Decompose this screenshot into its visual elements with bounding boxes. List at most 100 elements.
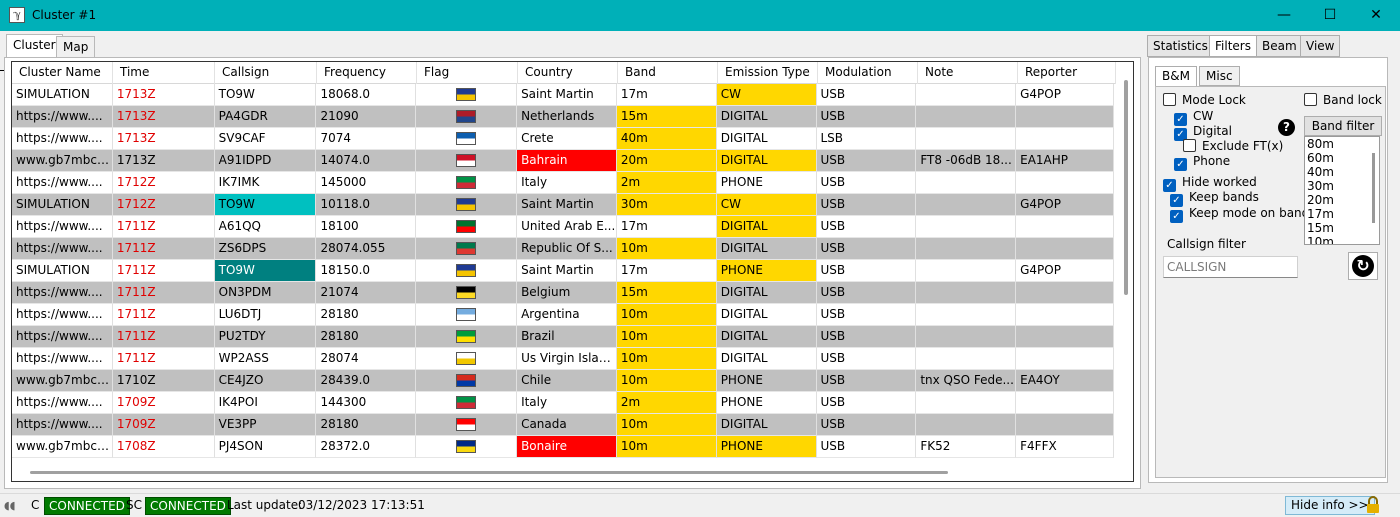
horizontal-scrollbar[interactable] xyxy=(30,471,948,474)
band-list-item[interactable]: 80m xyxy=(1305,137,1379,151)
cluster-cell: https://www.... xyxy=(12,414,113,436)
c-status-badge: CONNECTED xyxy=(44,497,130,515)
keep-bands-checkbox[interactable]: ✓ Keep bands xyxy=(1170,190,1259,207)
column-header[interactable]: Time xyxy=(113,62,215,84)
band-list-item[interactable]: 60m xyxy=(1305,151,1379,165)
table-row[interactable]: https://www.... 1712Z IK7IMK 145000 Italy 2m P… xyxy=(12,172,1114,194)
tab-filters[interactable]: Filters xyxy=(1209,35,1257,57)
close-icon[interactable]: ✕ xyxy=(1353,0,1399,31)
table-row[interactable]: https://www.... 1711Z ZS6DPS 28074.055 Repub… xyxy=(12,238,1114,260)
table-row[interactable]: https://www.... 1711Z ON3PDM 21074 Belgium 15… xyxy=(12,282,1114,304)
flag-cell xyxy=(416,282,518,304)
table-row[interactable]: https://www.... 1713Z PA4GDR 21090 Netherlan… xyxy=(12,106,1114,128)
table-row[interactable]: www.gb7mbc.... 1713Z A91IDPD 14074.0 Bahrain… xyxy=(12,150,1114,172)
hide-worked-checkbox[interactable]: ✓ Hide worked xyxy=(1163,175,1257,192)
column-header[interactable]: Reporter xyxy=(1018,62,1116,84)
emission-cell: DIGITAL xyxy=(716,304,817,326)
flag-icon xyxy=(456,264,477,277)
column-header[interactable]: Country xyxy=(518,62,618,84)
column-header[interactable]: Modulation xyxy=(818,62,918,84)
time-cell: 1711Z xyxy=(112,238,215,260)
cw-checkbox[interactable]: ✓ CW xyxy=(1174,109,1213,126)
table-row[interactable]: https://www.... 1711Z PU2TDY 28180 Brazil 10m… xyxy=(12,326,1114,348)
tab-view[interactable]: View xyxy=(1300,35,1341,57)
band-list-item[interactable]: 20m xyxy=(1305,193,1379,207)
table-row[interactable]: https://www.... 1713Z SV9CAF 7074 Crete 40m DI… xyxy=(12,128,1114,150)
column-header[interactable]: Callsign xyxy=(215,62,317,84)
spots-grid[interactable]: Cluster Name Time Callsign Frequency Flag Cou… xyxy=(11,61,1134,482)
cluster-cell: SIMULATION xyxy=(12,260,113,282)
band-list-scrollbar[interactable] xyxy=(1372,153,1375,223)
vertical-scrollbar[interactable] xyxy=(1124,80,1128,295)
callsign-cell: IK4POI xyxy=(214,392,317,414)
keep-mode-checkbox[interactable]: ✓ Keep mode on band xyxy=(1170,206,1309,223)
emission-cell: DIGITAL xyxy=(716,128,817,150)
table-row[interactable]: www.gb7mbc.... 1708Z PJ4SON 28372.0 Bonaire 1… xyxy=(12,436,1114,458)
country-cell: Netherlands xyxy=(517,106,617,128)
table-row[interactable]: www.gb7mbc.... 1710Z CE4JZO 28439.0 Chile 10m… xyxy=(12,370,1114,392)
digital-checkbox[interactable]: ✓ Digital xyxy=(1174,124,1232,141)
band-cell: 10m xyxy=(616,436,717,458)
time-cell: 1713Z xyxy=(112,128,215,150)
band-list-item[interactable]: 17m xyxy=(1305,207,1379,221)
minimize-icon[interactable]: — xyxy=(1261,0,1307,31)
flag-cell xyxy=(416,304,518,326)
band-cell: 2m xyxy=(616,392,717,414)
band-filter-button[interactable]: Band filter xyxy=(1304,116,1382,136)
tab-bm[interactable]: B&M xyxy=(1155,66,1197,88)
column-header[interactable]: Band xyxy=(618,62,718,84)
note-cell: FT8 -06dB 18... xyxy=(916,150,1017,172)
table-row[interactable]: https://www.... 1709Z IK4POI 144300 Italy 2m P… xyxy=(12,392,1114,414)
band-list-item[interactable]: 30m xyxy=(1305,179,1379,193)
freq-cell: 28074 xyxy=(316,348,417,370)
table-row[interactable]: https://www.... 1711Z WP2ASS 28074 Us Virgin… xyxy=(12,348,1114,370)
tab-map[interactable]: Map xyxy=(56,36,96,58)
time-cell: 1710Z xyxy=(112,370,215,392)
column-header[interactable]: Cluster Name xyxy=(12,62,113,84)
flag-icon xyxy=(456,176,477,189)
tab-statistics[interactable]: Statistics xyxy=(1147,35,1214,57)
question-icon[interactable]: ? xyxy=(1278,119,1295,136)
mode-lock-checkbox[interactable]: Mode Lock xyxy=(1163,93,1246,109)
band-list-item[interactable]: 40m xyxy=(1305,165,1379,179)
band-cell: 10m xyxy=(616,348,717,370)
column-header[interactable]: Flag xyxy=(417,62,518,84)
table-row[interactable]: https://www.... 1711Z A61QQ 18100 United Ara… xyxy=(12,216,1114,238)
tab-cluster[interactable]: Cluster xyxy=(6,34,63,58)
time-cell: 1713Z xyxy=(112,106,215,128)
flag-cell xyxy=(416,370,518,392)
cluster-cell: https://www.... xyxy=(12,282,113,304)
band-list-item[interactable]: 15m xyxy=(1305,221,1379,235)
cluster-cell: www.gb7mbc.... xyxy=(12,436,113,458)
flag-icon xyxy=(456,352,477,365)
mod-cell: USB xyxy=(816,238,917,260)
callsign-filter-input[interactable]: CALLSIGN xyxy=(1163,256,1298,278)
country-cell: Bahrain xyxy=(517,150,617,172)
tab-misc[interactable]: Misc xyxy=(1199,66,1240,86)
tab-beam[interactable]: Beam xyxy=(1256,35,1303,57)
divider xyxy=(0,70,4,71)
column-header[interactable]: Emission Type xyxy=(718,62,818,84)
emission-cell: DIGITAL xyxy=(716,348,817,370)
phone-checkbox[interactable]: ✓ Phone xyxy=(1174,154,1230,171)
exclude-ft-checkbox[interactable]: Exclude FT(x) xyxy=(1183,139,1283,155)
band-list-item[interactable]: 10m xyxy=(1305,235,1379,244)
lock-icon[interactable] xyxy=(1366,496,1380,514)
antenna-icon[interactable]: ℽ xyxy=(9,7,25,23)
refresh-button[interactable]: ↻ xyxy=(1348,252,1378,280)
table-row[interactable]: SIMULATION 1713Z TO9W 18068.0 Saint Martin 17… xyxy=(12,84,1114,106)
emission-cell: PHONE xyxy=(716,172,817,194)
cluster-cell: https://www.... xyxy=(12,128,113,150)
maximize-icon[interactable]: ☐ xyxy=(1307,0,1353,31)
band-lock-checkbox[interactable]: Band lock xyxy=(1304,93,1382,109)
callsign-cell: ZS6DPS xyxy=(214,238,317,260)
table-row[interactable]: SIMULATION 1711Z TO9W 18150.0 Saint Martin 17… xyxy=(12,260,1114,282)
table-row[interactable]: SIMULATION 1712Z TO9W 10118.0 Saint Martin 30… xyxy=(12,194,1114,216)
table-row[interactable]: https://www.... 1711Z LU6DTJ 28180 Argentina… xyxy=(12,304,1114,326)
column-header[interactable]: Frequency xyxy=(317,62,417,84)
band-filter-list[interactable]: 80m 60m 40m 30m 20m 17m 15m 10m xyxy=(1304,136,1380,245)
table-row[interactable]: https://www.... 1709Z VE3PP 28180 Canada 10m D… xyxy=(12,414,1114,436)
time-cell: 1711Z xyxy=(112,348,215,370)
column-header[interactable]: Note xyxy=(918,62,1018,84)
hide-info-button[interactable]: Hide info >> xyxy=(1285,496,1375,515)
